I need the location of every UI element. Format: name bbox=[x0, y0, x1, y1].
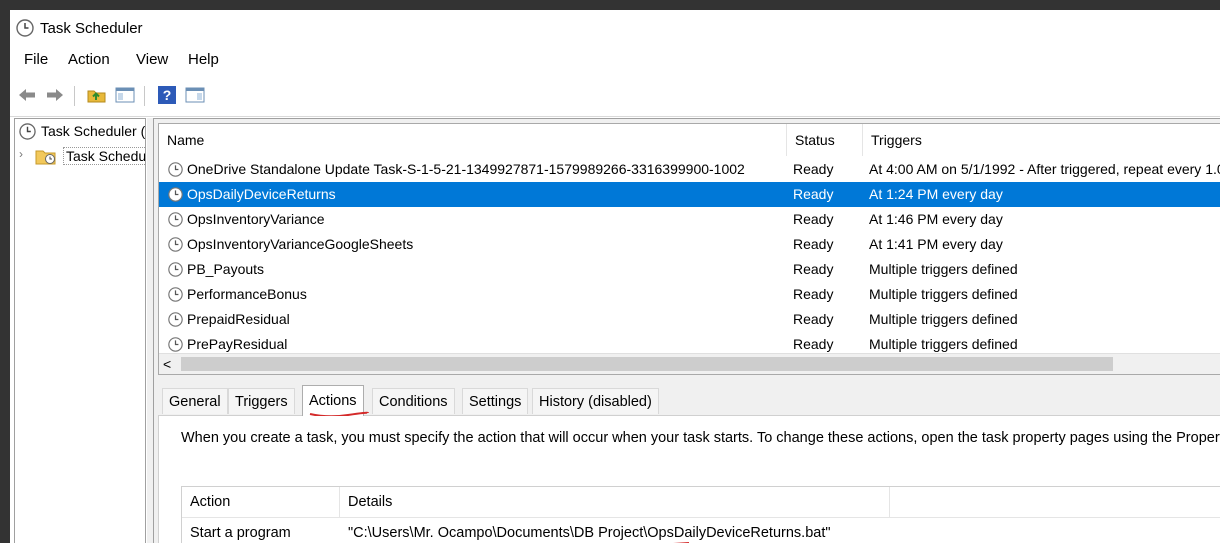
table-row[interactable]: OpsInventoryVariance Ready At 1:46 PM ever… bbox=[159, 207, 1220, 232]
tree-item-label: Task Scheduler (Local) bbox=[41, 123, 146, 139]
task-clock-icon bbox=[168, 262, 183, 280]
folder-clock-icon bbox=[35, 146, 57, 169]
task-triggers: At 1:46 PM every day bbox=[869, 211, 1003, 227]
column-header-name[interactable]: Name bbox=[159, 124, 787, 156]
task-clock-icon bbox=[168, 187, 183, 205]
task-status: Ready bbox=[793, 161, 834, 177]
console-tree-icon[interactable] bbox=[114, 84, 136, 106]
horizontal-scrollbar[interactable]: < bbox=[159, 353, 1220, 374]
tree-item-label: Task Scheduler Library bbox=[63, 147, 145, 165]
task-name: PB_Payouts bbox=[187, 261, 265, 277]
task-triggers: At 1:41 PM every day bbox=[869, 236, 1003, 252]
table-row[interactable]: OpsDailyDeviceReturns Ready At 1:24 PM eve… bbox=[159, 182, 1220, 207]
task-clock-icon bbox=[168, 312, 183, 330]
clock-icon bbox=[16, 19, 34, 40]
menu-file[interactable]: File bbox=[24, 51, 48, 68]
column-header-triggers[interactable]: Triggers bbox=[863, 124, 1220, 156]
task-name: OpsDailyDeviceReturns bbox=[187, 186, 336, 202]
tab-history[interactable]: History (disabled) bbox=[532, 388, 659, 414]
help-icon[interactable]: ? bbox=[156, 84, 178, 106]
task-clock-icon bbox=[168, 162, 183, 180]
scrollbar-thumb[interactable] bbox=[181, 357, 1113, 371]
menu-view[interactable]: View bbox=[136, 51, 168, 68]
task-scheduler-window: Task Scheduler File Action View Help ? T… bbox=[10, 10, 1220, 543]
task-triggers: Multiple triggers defined bbox=[869, 311, 1018, 327]
task-name: OpsInventoryVarianceGoogleSheets bbox=[187, 236, 414, 252]
list-detail-splitter[interactable] bbox=[158, 375, 1220, 381]
table-row[interactable]: PB_Payouts Ready Multiple triggers defined bbox=[159, 257, 1220, 282]
column-header-action[interactable]: Action bbox=[182, 487, 340, 517]
forward-arrow-icon[interactable] bbox=[44, 84, 66, 106]
title-bar: Task Scheduler bbox=[10, 10, 1220, 46]
action-pane-icon[interactable] bbox=[184, 84, 206, 106]
table-row[interactable]: OneDrive Standalone Update Task-S-1-5-21… bbox=[159, 157, 1220, 182]
task-name: OneDrive Standalone Update Task-S-1-5-21… bbox=[187, 161, 745, 177]
task-list: Name Status Triggers OneDrive Standalone… bbox=[158, 123, 1220, 375]
tab-triggers[interactable]: Triggers bbox=[228, 388, 295, 414]
chevron-right-icon[interactable]: › bbox=[19, 147, 23, 161]
table-row[interactable]: PerformanceBonus Ready Multiple triggers d… bbox=[159, 282, 1220, 307]
tree-item-task-scheduler-library[interactable]: › Task Scheduler Library bbox=[15, 145, 145, 167]
menu-action[interactable]: Action bbox=[68, 51, 110, 68]
actions-table: Action Details Start a program "C:\Users… bbox=[181, 486, 1220, 543]
column-header-details[interactable]: Details bbox=[340, 487, 890, 517]
task-status: Ready bbox=[793, 186, 834, 202]
console-tree: Task Scheduler (Local) › Task Scheduler … bbox=[14, 118, 146, 543]
task-status: Ready bbox=[793, 311, 834, 327]
back-arrow-icon[interactable] bbox=[16, 84, 38, 106]
task-clock-icon bbox=[168, 212, 183, 230]
task-clock-icon bbox=[168, 287, 183, 305]
clock-icon bbox=[19, 123, 36, 143]
detail-tabs: General Triggers Actions Conditions Sett… bbox=[158, 385, 1220, 418]
toolbar-separator bbox=[144, 86, 145, 106]
menu-help[interactable]: Help bbox=[188, 51, 219, 68]
task-pane: Name Status Triggers OneDrive Standalone… bbox=[153, 118, 1220, 543]
tab-settings[interactable]: Settings bbox=[462, 388, 529, 414]
svg-text:?: ? bbox=[163, 87, 172, 103]
task-triggers: Multiple triggers defined bbox=[869, 286, 1018, 302]
actions-tab-panel: When you create a task, you must specify… bbox=[158, 416, 1220, 543]
window-title: Task Scheduler bbox=[40, 20, 143, 37]
tab-conditions[interactable]: Conditions bbox=[372, 388, 455, 414]
actions-description: When you create a task, you must specify… bbox=[181, 430, 1220, 446]
task-status: Ready bbox=[793, 211, 834, 227]
task-clock-icon bbox=[168, 237, 183, 255]
toolbar-separator bbox=[74, 86, 75, 106]
menu-bar: File Action View Help bbox=[10, 48, 1220, 74]
table-row[interactable]: OpsInventoryVarianceGoogleSheets Ready At … bbox=[159, 232, 1220, 257]
task-status: Ready bbox=[793, 286, 834, 302]
task-triggers: Multiple triggers defined bbox=[869, 261, 1018, 277]
toolbar: ? bbox=[10, 76, 1220, 117]
task-name: OpsInventoryVariance bbox=[187, 211, 325, 227]
scroll-left-icon[interactable]: < bbox=[163, 354, 171, 374]
action-type-cell[interactable]: Start a program bbox=[182, 518, 291, 543]
task-status: Ready bbox=[793, 236, 834, 252]
task-name: PrepaidResidual bbox=[187, 311, 290, 327]
task-status: Ready bbox=[793, 261, 834, 277]
column-header-status[interactable]: Status bbox=[787, 124, 863, 156]
task-triggers: At 1:24 PM every day bbox=[869, 186, 1003, 202]
action-details-cell[interactable]: "C:\Users\Mr. Ocampo\Documents\DB Projec… bbox=[340, 518, 831, 543]
task-name: PerformanceBonus bbox=[187, 286, 307, 302]
tab-general[interactable]: General bbox=[162, 388, 228, 414]
task-triggers: At 4:00 AM on 5/1/1992 - After triggered… bbox=[869, 161, 1220, 177]
folder-up-icon[interactable] bbox=[86, 84, 108, 106]
table-row[interactable]: PrepaidResidual Ready Multiple triggers de… bbox=[159, 307, 1220, 332]
